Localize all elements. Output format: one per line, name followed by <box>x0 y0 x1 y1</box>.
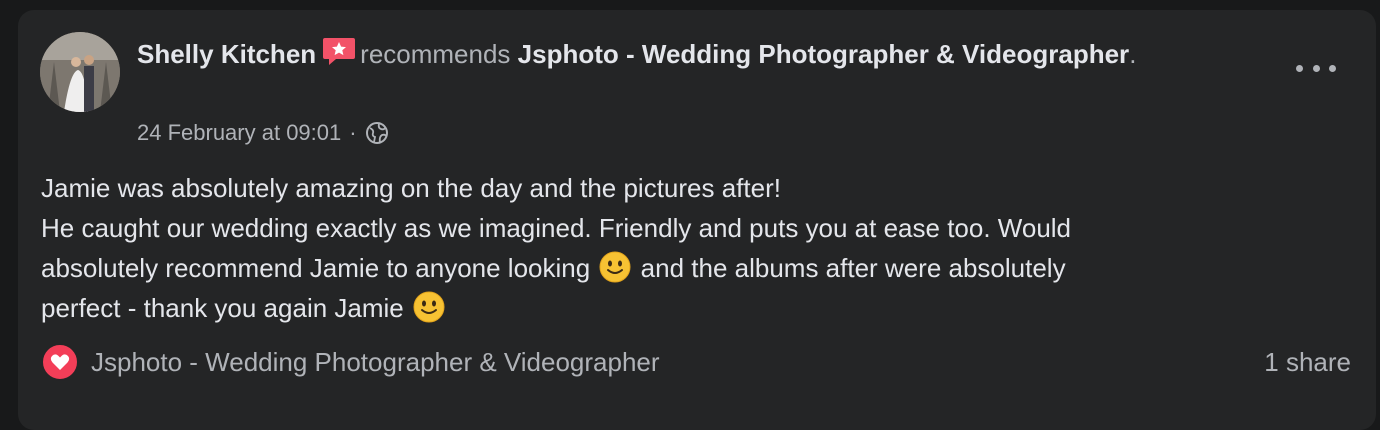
review-post-card: Shelly Kitchen recommends Jsphoto - Wedd… <box>18 10 1376 430</box>
review-line-part: and the albums after were absolutely <box>640 253 1066 283</box>
post-meta: 24 February at 09:01 · <box>137 119 389 147</box>
globe-icon <box>365 122 388 144</box>
reaction-summary[interactable]: Jsphoto - Wedding Photographer & Videogr… <box>41 343 660 381</box>
meta-separator: · <box>349 120 357 145</box>
header-period: . <box>1129 39 1137 69</box>
post-timestamp[interactable]: 24 February at 09:01 <box>137 119 341 147</box>
recommends-label: recommends <box>360 39 511 69</box>
heart-icon <box>41 343 79 381</box>
share-count[interactable]: 1 share <box>1264 347 1351 378</box>
more-dot <box>1312 64 1320 72</box>
recommendation-star-icon <box>323 38 356 65</box>
review-line: perfect - thank you again Jamie <box>41 288 1301 328</box>
smiling-face-emoji <box>599 251 631 283</box>
review-text: Jamie was absolutely amazing on the day … <box>41 168 1301 328</box>
more-dot <box>1329 64 1336 72</box>
smiling-face-emoji <box>413 291 445 323</box>
post-footer: Jsphoto - Wedding Photographer & Videogr… <box>41 342 1351 382</box>
author-avatar[interactable] <box>40 32 120 112</box>
review-line-part: perfect - thank you again Jamie <box>41 293 404 323</box>
review-line: He caught our wedding exactly as we imag… <box>41 213 1072 243</box>
more-dot <box>1296 64 1303 72</box>
review-line: Jamie was absolutely amazing on the day … <box>41 173 781 203</box>
recommended-page-label[interactable]: Jsphoto - Wedding Photographer & Videogr… <box>91 347 660 378</box>
more-options-icon[interactable] <box>1296 56 1336 80</box>
author-name[interactable]: Shelly Kitchen <box>137 39 316 69</box>
post-header: Shelly Kitchen recommends Jsphoto - Wedd… <box>137 34 1137 74</box>
page-name-link[interactable]: Jsphoto - Wedding Photographer & Videogr… <box>518 39 1130 69</box>
review-line-part: absolutely recommend Jamie to anyone loo… <box>41 253 591 283</box>
review-line: absolutely recommend Jamie to anyone loo… <box>41 248 1301 288</box>
